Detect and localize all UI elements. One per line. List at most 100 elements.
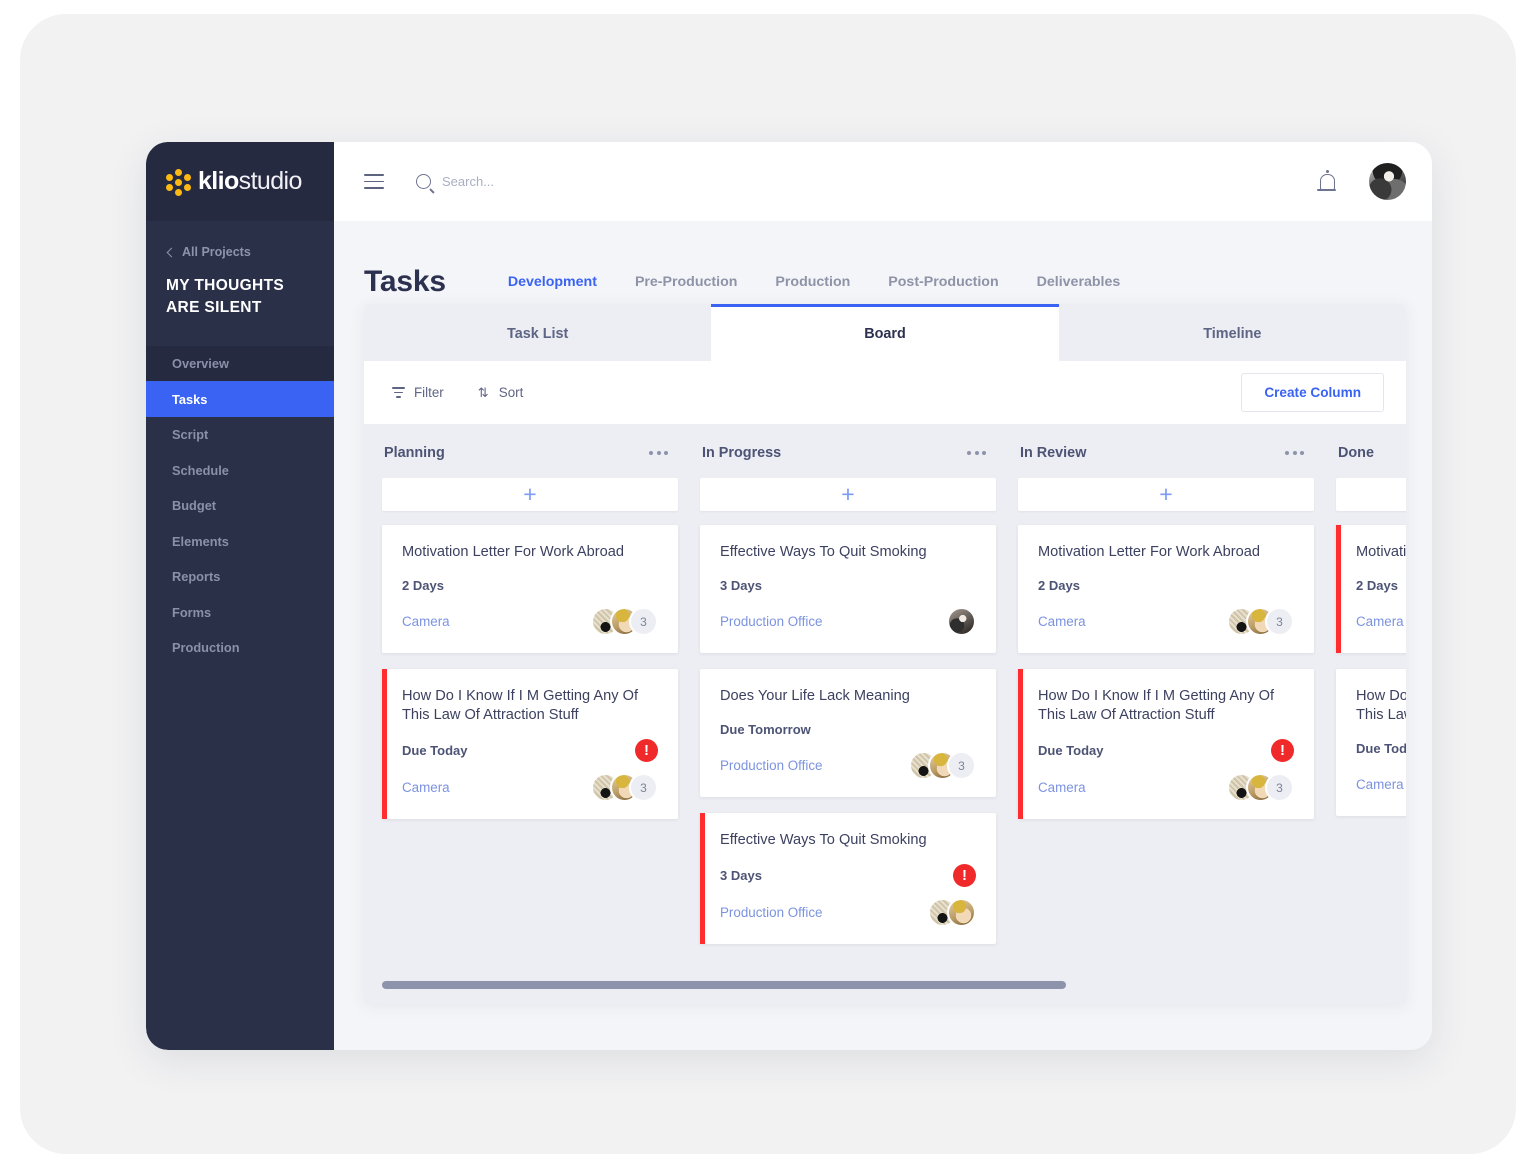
avatar-count-badge: 3 <box>1265 773 1294 803</box>
card-title: Motivation Letter For Work Abroad <box>1038 544 1260 560</box>
tab-board[interactable]: Board <box>711 304 1059 361</box>
top-bar <box>334 142 1432 221</box>
page-header: Tasks Development Pre-Production Product… <box>334 221 1432 311</box>
avatar-count-badge: 3 <box>947 751 976 781</box>
card-tag[interactable]: Camera <box>1356 614 1404 629</box>
column-title: Done <box>1338 445 1374 461</box>
column-menu-icon[interactable] <box>645 447 672 459</box>
card-footer: Camera 3 <box>402 773 658 803</box>
sidebar-item-budget[interactable]: Budget <box>146 488 334 524</box>
add-card-button[interactable] <box>382 478 678 511</box>
project-block: All Projects MY THOUGHTS ARE SILENT <box>146 221 334 346</box>
card-due: Due Tomorrow <box>720 722 811 738</box>
card-tag[interactable]: Camera <box>402 780 450 795</box>
task-card[interactable]: Effective Ways To Quit Smoking 3 Days Pr… <box>700 525 996 653</box>
sidebar: kliostudio All Projects MY THOUGHTS ARE … <box>146 142 334 1050</box>
card-due-row: 3 Days ! <box>720 863 976 887</box>
card-tag[interactable]: Camera <box>1356 777 1404 792</box>
avatar-stack: 3 <box>1227 773 1294 803</box>
avatar-stack <box>947 607 976 637</box>
task-card[interactable]: Motivation Letter For Work Abroad 2 Days… <box>1018 525 1314 653</box>
sidebar-item-forms[interactable]: Forms <box>146 594 334 630</box>
brand-name-light: studio <box>238 167 303 195</box>
card-title: How Do I Know If I M Getting Any Of This… <box>1356 687 1406 723</box>
sidebar-item-schedule[interactable]: Schedule <box>146 452 334 488</box>
all-projects-label: All Projects <box>182 245 251 259</box>
scrollbar-thumb[interactable] <box>382 981 1067 989</box>
card-due-row: 2 Days <box>1356 576 1406 596</box>
board-area: Planning Motivation Letter For Work Abro… <box>364 424 1406 1004</box>
create-column-button[interactable]: Create Column <box>1241 373 1384 412</box>
task-card[interactable]: Effective Ways To Quit Smoking 3 Days ! … <box>700 812 996 944</box>
bell-icon[interactable] <box>1317 170 1336 191</box>
brand-wordmark: kliostudio <box>198 169 302 194</box>
sidebar-item-tasks[interactable]: Tasks <box>146 381 334 417</box>
card-due: 3 Days <box>720 867 762 883</box>
board-column-in-review: In Review Motivation Letter For Work Abr… <box>1018 440 1314 960</box>
sort-button[interactable]: ⇅ Sort <box>478 385 524 400</box>
filter-button[interactable]: Filter <box>392 385 444 400</box>
avatar-stack: 3 <box>909 751 976 781</box>
sidebar-item-production[interactable]: Production <box>146 630 334 666</box>
column-menu-icon[interactable] <box>1281 447 1308 459</box>
card-footer: Production Office <box>720 607 976 637</box>
column-header: Planning <box>382 440 678 466</box>
tab-production[interactable]: Production <box>775 274 888 290</box>
tab-development[interactable]: Development <box>508 274 635 290</box>
tab-post-production[interactable]: Post-Production <box>888 274 1036 290</box>
tab-timeline[interactable]: Timeline <box>1059 304 1406 361</box>
avatar-stack <box>928 898 976 928</box>
board-column-in-progress: In Progress Effective Ways To Quit Smoki… <box>700 440 996 960</box>
card-tag[interactable]: Camera <box>402 614 450 629</box>
sidebar-item-reports[interactable]: Reports <box>146 559 334 595</box>
card-due: 3 Days <box>720 578 762 594</box>
task-card[interactable]: How Do I Know If I M Getting Any Of This… <box>382 668 678 819</box>
avatar[interactable] <box>1369 163 1406 200</box>
add-card-button[interactable] <box>700 478 996 511</box>
search-icon <box>416 174 431 189</box>
task-card[interactable]: Motivation Letter For Work Abroad 2 Days… <box>382 525 678 653</box>
task-card[interactable]: How Do I Know If I M Getting Any Of This… <box>1018 668 1314 819</box>
card-footer: Production Office 3 <box>720 751 976 781</box>
sidebar-item-label: Reports <box>172 569 221 585</box>
card-footer: Camera 3 <box>402 607 658 637</box>
sidebar-item-elements[interactable]: Elements <box>146 523 334 559</box>
column-title: In Review <box>1020 445 1087 461</box>
sidebar-item-label: Tasks <box>172 391 208 407</box>
search-bar[interactable] <box>416 174 1320 189</box>
sidebar-item-script[interactable]: Script <box>146 417 334 453</box>
brand-logo[interactable]: kliostudio <box>146 142 334 221</box>
task-card[interactable]: How Do I Know If I M Getting Any Of This… <box>1336 668 1406 816</box>
add-card-button[interactable] <box>1336 478 1406 511</box>
column-title: In Progress <box>702 445 782 461</box>
all-projects-link[interactable]: All Projects <box>166 245 314 259</box>
column-header: Done <box>1336 440 1406 466</box>
tab-deliverables[interactable]: Deliverables <box>1037 274 1159 290</box>
sort-icon: ⇅ <box>477 385 489 400</box>
avatar-stack: 3 <box>591 773 658 803</box>
card-tag[interactable]: Camera <box>1038 614 1086 629</box>
sidebar-item-overview[interactable]: Overview <box>146 345 334 382</box>
card-tag[interactable]: Production Office <box>720 758 822 773</box>
board-column-planning: Planning Motivation Letter For Work Abro… <box>382 440 678 960</box>
card-title: Effective Ways To Quit Smoking <box>720 831 927 848</box>
tab-pre-production[interactable]: Pre-Production <box>635 274 775 290</box>
card-tag[interactable]: Production Office <box>720 614 822 629</box>
tab-task-list[interactable]: Task List <box>364 304 711 361</box>
card-tag[interactable]: Production Office <box>720 905 822 920</box>
column-menu-icon[interactable] <box>963 447 990 459</box>
card-footer: Camera <box>1356 770 1406 800</box>
card-due: 2 Days <box>1038 578 1080 594</box>
card-tag[interactable]: Camera <box>1038 780 1086 795</box>
task-card[interactable]: Does Your Life Lack Meaning Due Tomorrow… <box>700 668 996 797</box>
brand-name-bold: klio <box>198 167 239 195</box>
main-content: Tasks Development Pre-Production Product… <box>334 142 1432 1050</box>
add-card-button[interactable] <box>1018 478 1314 511</box>
card-due-row: 3 Days <box>720 576 976 596</box>
horizontal-scrollbar[interactable] <box>364 966 1406 1004</box>
task-card[interactable]: Motivation Letter For Work Abroad 2 Days… <box>1336 525 1406 653</box>
search-input[interactable] <box>442 174 742 189</box>
sidebar-item-label: Forms <box>172 604 212 620</box>
hamburger-icon[interactable] <box>364 174 384 189</box>
card-due-row: 2 Days <box>1038 576 1294 596</box>
